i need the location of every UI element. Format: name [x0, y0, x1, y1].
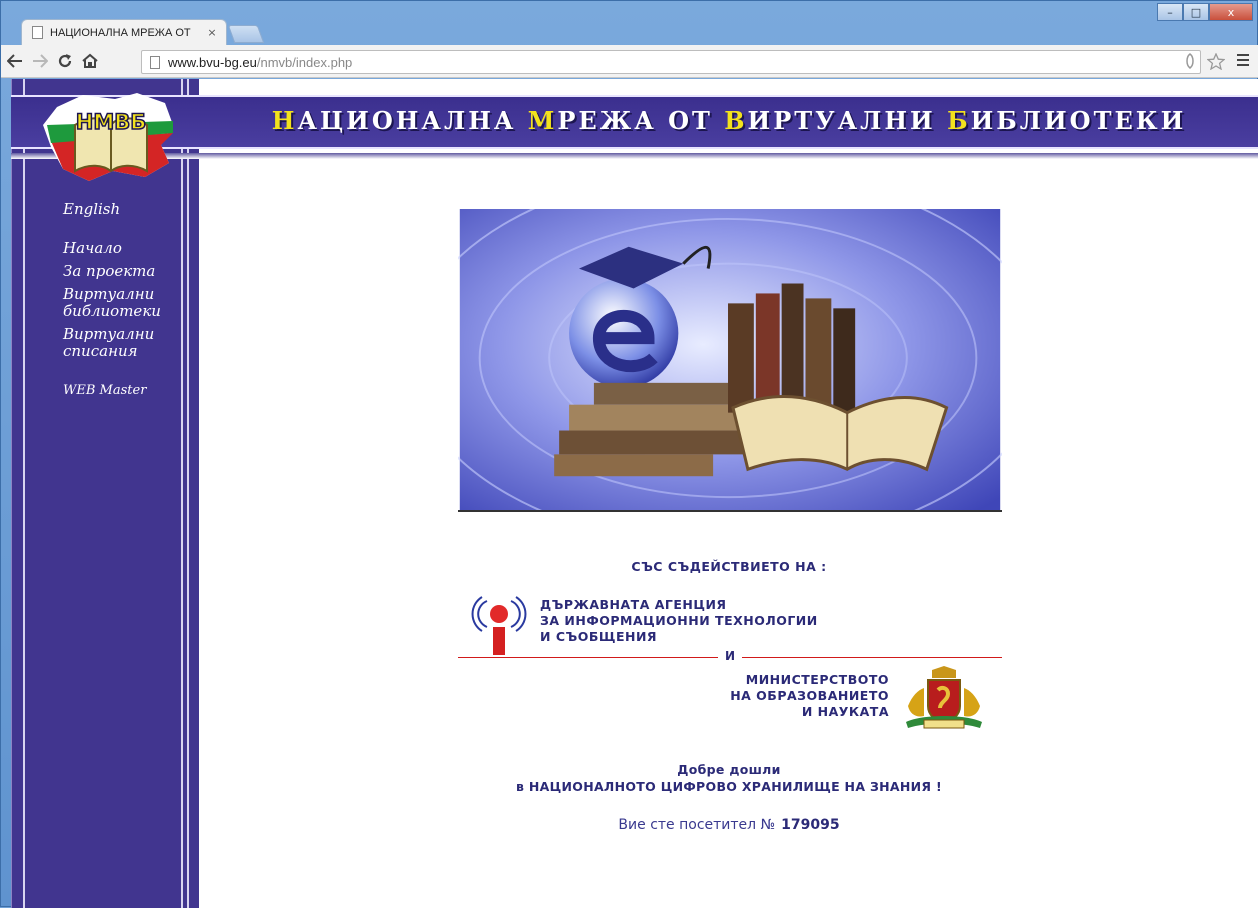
menu-home-link[interactable]: Начало: [63, 240, 193, 257]
address-bar[interactable]: www.bvu-bg.eu/nmvb/index.php: [141, 50, 1201, 74]
url-path: /nmvb/index.php: [256, 54, 353, 70]
menu-webmaster-link[interactable]: WEB Master: [63, 382, 193, 399]
site-title: НАЦИОНАЛНА МРЕЖА ОТ ВИРТУАЛНИ БИБЛИОТЕКИ: [271, 106, 1187, 135]
site-logo[interactable]: НМВБ: [35, 85, 185, 185]
visitor-label: Вие сте посетител №: [618, 817, 776, 833]
web-page: НМВБ НАЦИОНАЛНА МРЕЖА ОТ ВИРТУАЛНИ БИБЛИ…: [11, 79, 1258, 908]
tab-title: НАЦИОНАЛНА МРЕЖА ОТ: [50, 26, 191, 39]
forward-arrow-icon: [33, 54, 48, 68]
reload-icon: [58, 54, 72, 68]
visitor-count: 179095: [781, 817, 840, 833]
maximize-button[interactable]: □: [1183, 3, 1209, 21]
title-bar: НАЦИОНАЛНА МРЕЖА ОТ × – □ x: [1, 1, 1258, 47]
support-heading: СЪС СЪДЕЙСТВИЕТО НА :: [631, 559, 827, 574]
minimize-button[interactable]: –: [1157, 3, 1183, 21]
close-window-button[interactable]: x: [1209, 3, 1253, 21]
ministry-name: МИНИСТЕРСТВОТО НА ОБРАЗОВАНИЕТО И НАУКАТ…: [730, 672, 889, 719]
menu-english-link[interactable]: English: [63, 201, 193, 218]
agency-logo[interactable]: [469, 591, 529, 657]
browser-toolbar: www.bvu-bg.eu/nmvb/index.php: [1, 45, 1258, 78]
agency-name: ДЪРЖАВНАТА АГЕНЦИЯ ЗА ИНФОРМАЦИОННИ ТЕХН…: [540, 597, 818, 644]
home-icon: [82, 53, 98, 68]
forward-button[interactable]: [29, 50, 51, 72]
logo-text: НМВБ: [76, 110, 147, 134]
menu-libraries-link[interactable]: Виртуални библиотеки: [63, 286, 193, 320]
translate-icon[interactable]: [1183, 53, 1197, 74]
new-tab-button[interactable]: [227, 25, 265, 43]
visitor-counter: Вие сте посетител № 179095: [199, 817, 1258, 833]
reload-button[interactable]: [54, 50, 76, 72]
hero-image: [458, 209, 1002, 512]
back-arrow-icon: [7, 54, 22, 68]
window-controls: – □ x: [1157, 3, 1253, 21]
sidebar-line: [23, 79, 25, 908]
browser-tab[interactable]: НАЦИОНАЛНА МРЕЖА ОТ ×: [21, 19, 227, 45]
tab-close-icon[interactable]: ×: [204, 26, 220, 39]
page-icon: [150, 55, 160, 69]
menu-about-link[interactable]: За проекта: [63, 263, 193, 280]
menu-icon[interactable]: [1235, 53, 1251, 74]
page-icon: [32, 26, 43, 39]
browser-window: НАЦИОНАЛНА МРЕЖА ОТ × – □ x www.bvu-bg.e…: [0, 0, 1258, 908]
bookmark-star-icon[interactable]: [1206, 52, 1226, 74]
url-host: www.bvu-bg.eu: [168, 54, 257, 70]
coat-of-arms-icon[interactable]: [902, 666, 986, 730]
and-label: И: [718, 649, 742, 665]
welcome-text: Добре дошли в НАЦИОНАЛНОТО ЦИФРОВО ХРАНИ…: [516, 762, 942, 794]
menu-journals-link[interactable]: Виртуални списания: [63, 326, 193, 360]
back-button[interactable]: [4, 50, 26, 72]
home-button[interactable]: [79, 50, 101, 72]
main-content: СЪС СЪДЕЙСТВИЕТО НА : ДЪРЖАВНАТА АГЕНЦИЯ…: [199, 159, 1258, 908]
sidebar-menu: English Начало За проекта Виртуални библ…: [63, 201, 193, 405]
